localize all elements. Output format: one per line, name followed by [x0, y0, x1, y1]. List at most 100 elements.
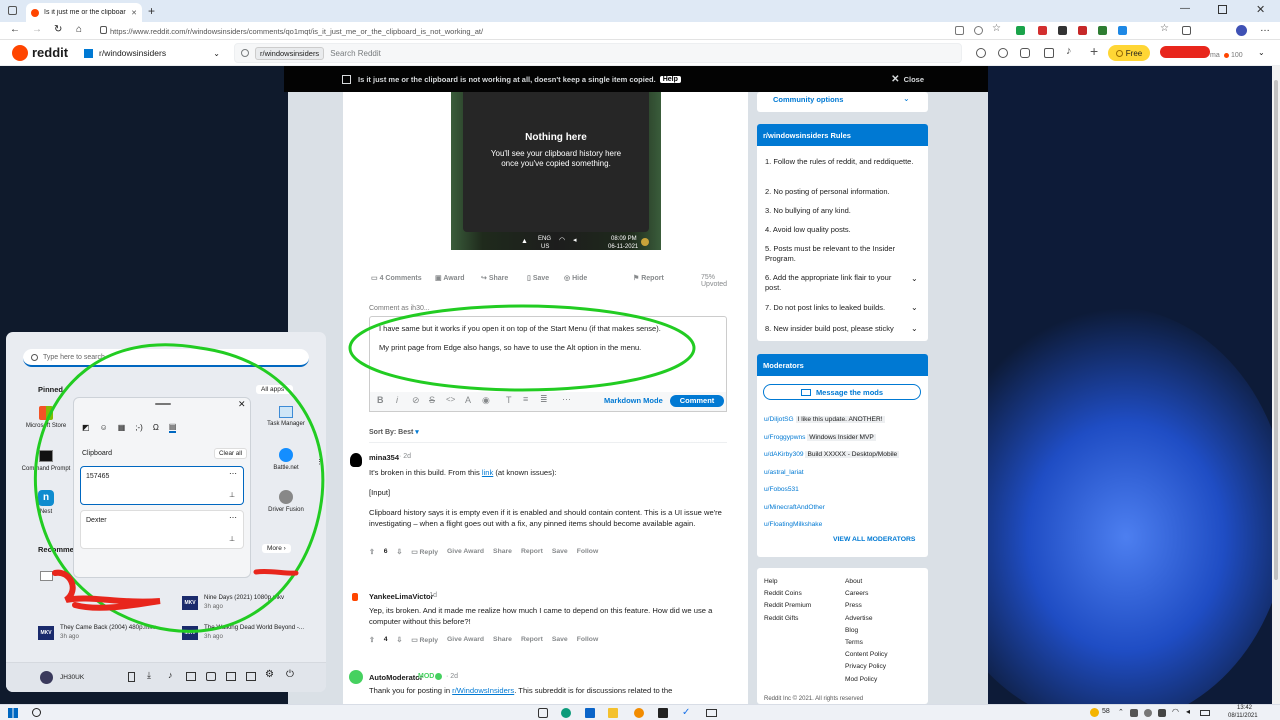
heading-icon[interactable]: T: [506, 395, 512, 405]
pinned-app[interactable]: Command Prompt: [20, 450, 72, 473]
rule-item[interactable]: 7. Do not post links to leaked builds.: [763, 303, 922, 313]
footer-link[interactable]: Press: [845, 600, 888, 612]
comment-link[interactable]: r/WindowsInsiders: [452, 686, 514, 695]
mod-item[interactable]: u/Froggypwns Windows Insider MVP: [764, 429, 924, 447]
clear-all-button[interactable]: Clear all: [214, 448, 248, 459]
report-button[interactable]: Report: [521, 636, 543, 644]
report-button[interactable]: Report: [521, 548, 543, 556]
more-button[interactable]: More ›: [262, 544, 291, 553]
sort-dropdown[interactable]: Sort By: Best ▾: [369, 428, 419, 436]
hide-button[interactable]: ◎ Hide: [564, 274, 587, 282]
footer-link[interactable]: Advertise: [845, 613, 888, 625]
mod-name[interactable]: u/DiljotSG: [764, 416, 794, 423]
footer-link[interactable]: Content Policy: [845, 649, 888, 661]
new-tab-button[interactable]: +: [148, 4, 155, 18]
community-dropdown[interactable]: r/windowsinsiders ⌄: [84, 46, 220, 60]
avatar[interactable]: [352, 593, 358, 601]
mod-item[interactable]: u/FloatingMilkshake: [764, 516, 924, 534]
browser-tab[interactable]: Is it just me or the clipboard is not...…: [26, 3, 142, 22]
create-post-icon[interactable]: +: [1090, 43, 1098, 59]
mod-item[interactable]: u/MinecraftAndOther: [764, 499, 924, 517]
rule-item[interactable]: 3. No bullying of any kind.: [763, 206, 922, 216]
extension-icon[interactable]: [1058, 26, 1067, 35]
avatar[interactable]: [350, 453, 362, 467]
edge-taskbar-icon[interactable]: [561, 708, 571, 718]
tray-icon[interactable]: [1144, 709, 1152, 717]
extension-icon[interactable]: [1078, 26, 1087, 35]
gif-icon[interactable]: ▦: [118, 423, 126, 432]
footer-link[interactable]: About: [845, 576, 888, 588]
mod-name[interactable]: u/astral_lariat: [764, 469, 804, 476]
close-window-icon[interactable]: ✕: [1256, 3, 1265, 16]
upvote-icon[interactable]: ⇧: [369, 548, 375, 556]
share-button[interactable]: Share: [493, 548, 512, 556]
symbols-icon[interactable]: Ω: [153, 423, 159, 432]
taskview-icon[interactable]: [538, 708, 548, 718]
extension-icon[interactable]: [1118, 26, 1127, 35]
message-mods-button[interactable]: Message the mods: [763, 384, 921, 400]
mod-name[interactable]: u/Froggypwns: [764, 434, 805, 441]
more-menu-icon[interactable]: …: [1260, 23, 1270, 34]
avatar[interactable]: [349, 670, 363, 684]
upvote-icon[interactable]: ⇧: [369, 636, 375, 644]
close-label[interactable]: Close: [904, 75, 924, 84]
follow-button[interactable]: Follow: [577, 636, 599, 644]
view-all-moderators-link[interactable]: VIEW ALL MODERATORS: [833, 536, 915, 543]
chevron-down-icon[interactable]: ⌄: [911, 274, 918, 283]
user-avatar[interactable]: [40, 671, 53, 684]
more-icon[interactable]: ⋯: [229, 469, 237, 478]
footer-link[interactable]: Reddit Gifts: [764, 613, 811, 625]
comment-link[interactable]: link: [482, 468, 493, 477]
chevron-down-icon[interactable]: ⌄: [903, 94, 910, 103]
start-button-icon[interactable]: [8, 708, 18, 718]
user-menu[interactable]: ma 100 ⌄: [1160, 44, 1270, 62]
footer-link[interactable]: Privacy Policy: [845, 661, 888, 673]
mod-name[interactable]: u/dAKirby309: [764, 451, 804, 458]
kaomoji-icon[interactable]: ;-): [135, 423, 143, 432]
collections-icon[interactable]: [1182, 26, 1191, 35]
recent-item[interactable]: MKV Nine Days (2021) 1080p.mkv 3h ago: [182, 594, 312, 614]
weather-icon[interactable]: [1090, 708, 1099, 717]
terminal-taskbar-icon[interactable]: [658, 708, 668, 718]
video-icon[interactable]: [1044, 48, 1054, 58]
refresh-icon[interactable]: ↻: [54, 24, 62, 35]
reddit-logo-icon[interactable]: [12, 45, 28, 61]
clipboard-icon[interactable]: ▤: [168, 422, 177, 433]
downvote-icon[interactable]: ⇩: [396, 636, 402, 644]
videos-icon[interactable]: [206, 672, 216, 681]
tab-actions-icon[interactable]: [8, 6, 17, 15]
code-icon[interactable]: <>: [446, 395, 455, 404]
mod-item[interactable]: u/astral_lariat: [764, 464, 924, 482]
save-button[interactable]: ▯ Save: [527, 274, 549, 282]
post-image[interactable]: Nothing here You'll see your clipboard h…: [451, 92, 661, 250]
close-icon[interactable]: ✕: [891, 74, 899, 85]
footer-link[interactable]: Careers: [845, 588, 888, 600]
documents-icon[interactable]: [128, 672, 135, 682]
pin-icon[interactable]: ⊥: [229, 535, 235, 543]
explorer-taskbar-icon[interactable]: [608, 708, 618, 718]
coins-icon[interactable]: [998, 48, 1008, 58]
todo-taskbar-icon[interactable]: ✓: [682, 708, 690, 718]
volume-icon[interactable]: ◂: [1186, 707, 1190, 716]
give-award-button[interactable]: Give Award: [447, 548, 484, 556]
extension-icon[interactable]: [1038, 26, 1047, 35]
pinned-app[interactable]: Driver Fusion: [260, 490, 312, 513]
network-icon[interactable]: [226, 672, 236, 681]
save-button[interactable]: Save: [552, 636, 568, 644]
link-icon[interactable]: ⊘: [412, 395, 420, 406]
page-scrollbar[interactable]: [1272, 66, 1280, 704]
more-icon[interactable]: ⋯: [229, 513, 237, 522]
share-button[interactable]: Share: [493, 636, 512, 644]
clock-time[interactable]: 13:42: [1237, 705, 1252, 711]
mod-name[interactable]: u/FloatingMilkshake: [764, 521, 822, 528]
clipboard-item[interactable]: 157465 ⋯ ⊥: [80, 466, 244, 505]
drag-handle[interactable]: [155, 403, 171, 405]
chevron-down-icon[interactable]: ⌄: [911, 303, 918, 312]
search-bar[interactable]: r/windowsinsiders Search Reddit: [234, 43, 962, 63]
mod-name[interactable]: u/MinecraftAndOther: [764, 504, 825, 511]
start-user-name[interactable]: JH30UK: [60, 674, 84, 681]
tray-icon[interactable]: ⌃: [1118, 708, 1124, 716]
page-dots-icon[interactable]: ⋮: [316, 458, 323, 466]
markdown-mode-button[interactable]: Markdown Mode: [604, 396, 663, 405]
tray-icon[interactable]: [1130, 709, 1138, 717]
